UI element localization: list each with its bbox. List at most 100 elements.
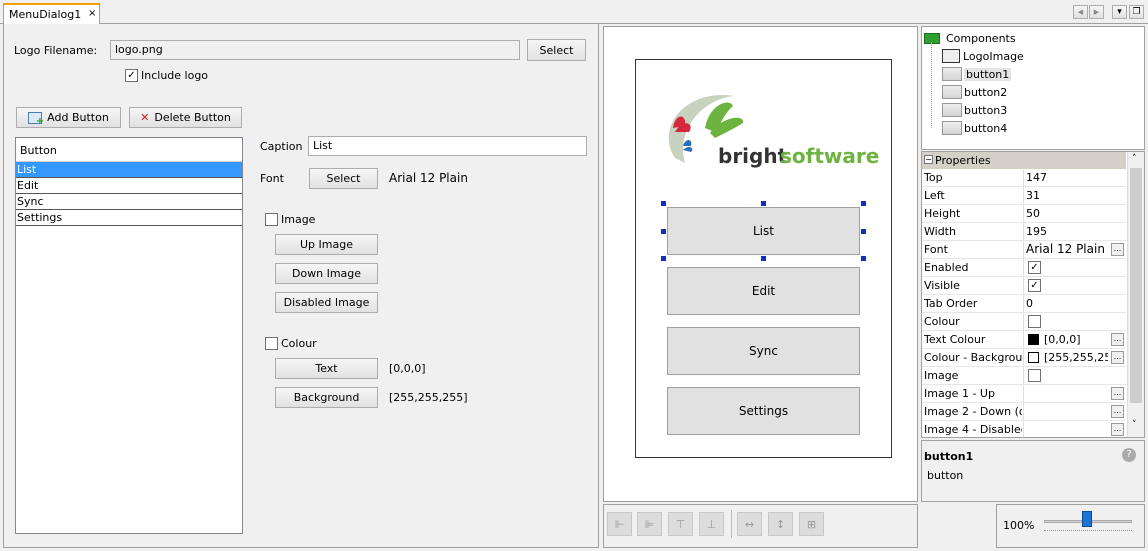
- property-name: Image: [924, 369, 959, 382]
- preview-button-list[interactable]: List: [667, 207, 860, 255]
- property-row-visible[interactable]: Visible ✓: [922, 277, 1126, 295]
- logo-filename-input[interactable]: logo.png: [110, 40, 520, 60]
- resize-handle[interactable]: [761, 256, 766, 261]
- scroll-up-icon[interactable]: ˄: [1132, 154, 1137, 164]
- property-value[interactable]: 31: [1026, 189, 1122, 202]
- tree-item-label: button3: [964, 103, 1008, 117]
- properties-header[interactable]: − Properties: [922, 152, 1126, 169]
- property-row-image[interactable]: Image: [922, 367, 1126, 385]
- resize-handle[interactable]: [661, 256, 666, 261]
- same-width-icon[interactable]: ↔: [737, 512, 762, 536]
- property-row-image-up[interactable]: Image 1 - Up...: [922, 385, 1126, 403]
- tab-menu-button[interactable]: ▾: [1112, 5, 1127, 19]
- logo-select-button[interactable]: Select: [527, 39, 586, 61]
- property-row-left[interactable]: Left 31: [922, 187, 1126, 205]
- tree-root[interactable]: Components: [924, 29, 1016, 47]
- property-row-colour-background[interactable]: Colour - Background [255,255,255]...: [922, 349, 1126, 367]
- same-height-icon[interactable]: ↕: [768, 512, 793, 536]
- tree-item-button2[interactable]: button2: [942, 83, 1007, 101]
- property-row-tab-order[interactable]: Tab Order 0: [922, 295, 1126, 313]
- property-row-text-colour[interactable]: Text Colour [0,0,0]...: [922, 331, 1126, 349]
- tree-guide: [931, 42, 932, 128]
- help-icon[interactable]: ?: [1122, 448, 1136, 462]
- nav-prev-button[interactable]: ◀: [1073, 5, 1088, 19]
- logo-image[interactable]: bright software: [655, 88, 879, 176]
- add-button-button[interactable]: + Add Button: [16, 107, 121, 128]
- property-row-enabled[interactable]: Enabled ✓: [922, 259, 1126, 277]
- background-colour-button[interactable]: Background: [275, 387, 378, 408]
- preview-button-sync[interactable]: Sync: [667, 327, 860, 375]
- image-down-browse-button[interactable]: ...: [1111, 405, 1124, 418]
- list-item-label: Settings: [17, 211, 63, 224]
- zoom-slider-ticks: [1044, 530, 1132, 534]
- tree-item-button3[interactable]: button3: [942, 101, 1007, 119]
- image-checkbox[interactable]: [265, 213, 278, 226]
- properties-panel: − Properties Top 147 Left 31 Height 50 Widt…: [921, 151, 1145, 438]
- tree-item-button4[interactable]: button4: [942, 119, 1007, 137]
- scroll-down-icon[interactable]: ˅: [1132, 420, 1137, 430]
- up-image-button[interactable]: Up Image: [275, 234, 378, 255]
- disabled-image-button[interactable]: Disabled Image: [275, 292, 378, 313]
- button-component-icon: [942, 121, 962, 135]
- align-bottom-icon[interactable]: ⊥: [699, 512, 724, 536]
- list-item[interactable]: List: [16, 162, 242, 178]
- same-size-icon[interactable]: ⊞: [799, 512, 824, 536]
- property-row-colour[interactable]: Colour: [922, 313, 1126, 331]
- property-row-font[interactable]: Font Arial 12 Plain...: [922, 241, 1126, 259]
- property-value[interactable]: [0,0,0]: [1044, 333, 1106, 346]
- preview-button-settings[interactable]: Settings: [667, 387, 860, 435]
- property-value[interactable]: [255,255,255]: [1044, 351, 1108, 364]
- enabled-checkbox[interactable]: ✓: [1028, 261, 1041, 274]
- resize-handle[interactable]: [661, 201, 666, 206]
- font-select-button[interactable]: Select: [309, 168, 378, 189]
- scrollbar-thumb[interactable]: [1130, 168, 1142, 403]
- tree-item-logoimage[interactable]: LogoImage: [942, 47, 1024, 65]
- include-logo-checkbox[interactable]: ✓: [125, 69, 138, 82]
- align-left-icon[interactable]: ⊩: [607, 512, 632, 536]
- down-image-button[interactable]: Down Image: [275, 263, 378, 284]
- property-row-height[interactable]: Height 50: [922, 205, 1126, 223]
- resize-handle[interactable]: [661, 229, 666, 234]
- property-row-image-down[interactable]: Image 2 - Down (opt...: [922, 403, 1126, 421]
- tree-item-button1[interactable]: button1: [942, 65, 1012, 83]
- text-colour-browse-button[interactable]: ...: [1111, 333, 1124, 346]
- caption-input[interactable]: List: [308, 136, 587, 156]
- property-value[interactable]: 50: [1026, 207, 1122, 220]
- resize-handle[interactable]: [861, 256, 866, 261]
- properties-scrollbar[interactable]: ˄ ˅: [1127, 152, 1144, 437]
- image-property-checkbox[interactable]: [1028, 369, 1041, 382]
- property-value[interactable]: 0: [1026, 297, 1122, 310]
- nav-next-button[interactable]: ▶: [1089, 5, 1104, 19]
- text-colour-button[interactable]: Text: [275, 358, 378, 379]
- image-disabled-browse-button[interactable]: ...: [1111, 423, 1124, 436]
- preview-button-edit[interactable]: Edit: [667, 267, 860, 315]
- font-label: Font: [260, 172, 284, 185]
- background-colour-browse-button[interactable]: ...: [1111, 351, 1124, 364]
- property-name: Image 1 - Up: [924, 387, 995, 400]
- resize-handle[interactable]: [861, 201, 866, 206]
- align-top-icon[interactable]: ⊤: [668, 512, 693, 536]
- property-row-width[interactable]: Width 195: [922, 223, 1126, 241]
- list-item[interactable]: Sync: [16, 194, 242, 210]
- resize-handle[interactable]: [761, 201, 766, 206]
- property-value[interactable]: 147: [1026, 171, 1122, 184]
- property-row-image-disabled[interactable]: Image 4 - Disabled (c...: [922, 421, 1126, 437]
- restore-button[interactable]: ❐: [1129, 5, 1144, 19]
- align-right-icon[interactable]: ⊫: [637, 512, 662, 536]
- property-value[interactable]: Arial 12 Plain: [1026, 242, 1122, 256]
- tab-close-icon[interactable]: ×: [88, 8, 96, 19]
- image-up-browse-button[interactable]: ...: [1111, 387, 1124, 400]
- tab-menudialog1[interactable]: MenuDialog1 ×: [3, 3, 100, 24]
- font-value: Arial 12 Plain: [389, 171, 468, 185]
- zoom-slider-thumb[interactable]: [1082, 511, 1092, 527]
- visible-checkbox[interactable]: ✓: [1028, 279, 1041, 292]
- delete-button-button[interactable]: ✕ Delete Button: [129, 107, 242, 128]
- property-value[interactable]: 195: [1026, 225, 1122, 238]
- font-browse-button[interactable]: ...: [1111, 243, 1124, 256]
- colour-property-checkbox[interactable]: [1028, 315, 1041, 328]
- colour-checkbox[interactable]: [265, 337, 278, 350]
- list-item[interactable]: Edit: [16, 178, 242, 194]
- list-item[interactable]: Settings: [16, 210, 242, 226]
- property-row-top[interactable]: Top 147: [922, 169, 1126, 187]
- resize-handle[interactable]: [861, 229, 866, 234]
